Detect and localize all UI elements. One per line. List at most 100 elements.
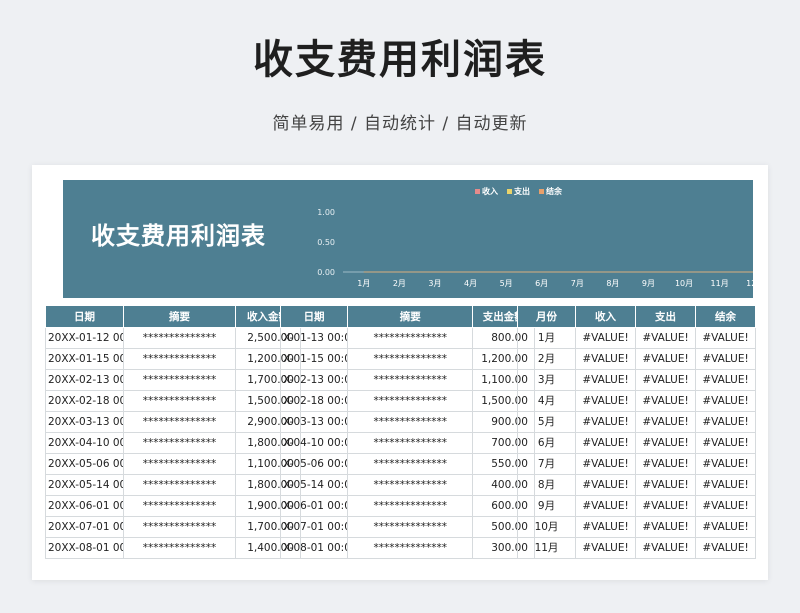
table-cell[interactable]: ************** — [347, 432, 474, 454]
table-cell[interactable]: #VALUE! — [575, 390, 636, 412]
table-cell[interactable]: X-02-18 00:0 — [279, 390, 349, 412]
table-cell[interactable]: ************** — [347, 453, 474, 475]
table-cell[interactable]: #VALUE! — [635, 369, 696, 391]
table-cell[interactable]: 11月 — [517, 537, 576, 559]
table-cell[interactable]: ************** — [347, 537, 474, 559]
table-cell[interactable]: #VALUE! — [635, 348, 696, 370]
table-cell[interactable]: #VALUE! — [695, 516, 756, 538]
table-cell[interactable]: 9月 — [517, 495, 576, 517]
table-cell[interactable]: X-03-13 00:0 — [279, 411, 349, 433]
table-row: 20XX-02-18 00:0**************1,500.00 — [45, 390, 301, 412]
table-cell[interactable]: #VALUE! — [635, 432, 696, 454]
table-cell[interactable]: #VALUE! — [575, 474, 636, 496]
table-cell[interactable]: #VALUE! — [695, 390, 756, 412]
table-cell[interactable]: ************** — [347, 348, 474, 370]
table-cell[interactable]: ************** — [347, 474, 474, 496]
table-cell[interactable]: 2月 — [517, 348, 576, 370]
table-cell[interactable]: #VALUE! — [695, 369, 756, 391]
table-cell[interactable]: 20XX-05-06 00:0 — [45, 453, 124, 475]
table-cell[interactable]: X-07-01 00:0 — [279, 516, 349, 538]
table-cell[interactable]: #VALUE! — [635, 516, 696, 538]
table-cell[interactable]: #VALUE! — [695, 453, 756, 475]
table-cell[interactable]: 1月 — [517, 327, 576, 349]
table-cell[interactable]: ************** — [123, 369, 236, 391]
table-cell[interactable]: ************** — [123, 495, 236, 517]
table-cell[interactable]: X-05-14 00:0 — [279, 474, 349, 496]
table-cell[interactable]: 20XX-07-01 00:0 — [45, 516, 124, 538]
table-cell[interactable]: X-05-06 00:0 — [279, 453, 349, 475]
tbl-income-header-0: 日期 — [45, 305, 124, 328]
table-cell[interactable]: #VALUE! — [575, 432, 636, 454]
table-cell[interactable]: #VALUE! — [695, 327, 756, 349]
table-cell[interactable]: ************** — [347, 516, 474, 538]
legend-label-2: 结余 — [546, 186, 563, 196]
table-cell[interactable]: #VALUE! — [575, 411, 636, 433]
table-cell[interactable]: 20XX-04-10 00:0 — [45, 432, 124, 454]
table-cell[interactable]: #VALUE! — [695, 495, 756, 517]
x-tick-label: 10月 — [675, 279, 693, 288]
table-cell[interactable]: #VALUE! — [635, 495, 696, 517]
table-cell[interactable]: 20XX-02-18 00:0 — [45, 390, 124, 412]
table-cell[interactable]: 7月 — [517, 453, 576, 475]
table-row: X-03-13 00:0 ************** 900.00 — [279, 411, 535, 433]
table-cell[interactable]: 20XX-03-13 00:0 — [45, 411, 124, 433]
table-cell[interactable]: X-02-13 00:0 — [279, 369, 349, 391]
table-row: X-08-01 00:0 ************** 300.00 — [279, 537, 535, 559]
table-cell[interactable]: ************** — [347, 369, 474, 391]
table-cell[interactable]: ************** — [347, 327, 474, 349]
table-cell[interactable]: #VALUE! — [695, 432, 756, 454]
table-cell[interactable]: #VALUE! — [695, 411, 756, 433]
table-cell[interactable]: ************** — [123, 390, 236, 412]
table-cell[interactable]: X-08-01 00:0 — [279, 537, 349, 559]
table-cell[interactable]: 4月 — [517, 390, 576, 412]
table-row: 20XX-08-01 00:0**************1,400.00 — [45, 537, 301, 559]
table-cell[interactable]: 5月 — [517, 411, 576, 433]
table-cell[interactable]: ************** — [123, 453, 236, 475]
table-cell[interactable]: #VALUE! — [575, 327, 636, 349]
table-cell[interactable]: ************** — [123, 474, 236, 496]
table-cell[interactable]: ************** — [347, 411, 474, 433]
table-cell[interactable]: 20XX-01-12 00:0 — [45, 327, 124, 349]
table-cell[interactable]: #VALUE! — [575, 537, 636, 559]
table-cell[interactable]: ************** — [123, 516, 236, 538]
table-cell[interactable]: ************** — [347, 495, 474, 517]
table-cell[interactable]: X-06-01 00:0 — [279, 495, 349, 517]
table-cell[interactable]: 20XX-01-15 00:0 — [45, 348, 124, 370]
table-cell[interactable]: 20XX-05-14 00:0 — [45, 474, 124, 496]
table-cell[interactable]: ************** — [347, 390, 474, 412]
table-cell[interactable]: #VALUE! — [635, 411, 696, 433]
table-cell[interactable]: X-01-15 00:0 — [279, 348, 349, 370]
table-cell[interactable]: X-01-13 00:0 — [279, 327, 349, 349]
table-cell[interactable]: #VALUE! — [575, 495, 636, 517]
table-cell[interactable]: 20XX-02-13 00:0 — [45, 369, 124, 391]
table-cell[interactable]: #VALUE! — [635, 327, 696, 349]
table-cell[interactable]: #VALUE! — [575, 453, 636, 475]
table-cell[interactable]: 20XX-06-01 00:0 — [45, 495, 124, 517]
table-cell[interactable]: 20XX-08-01 00:0 — [45, 537, 124, 559]
table-cell[interactable]: ************** — [123, 432, 236, 454]
table-cell[interactable]: #VALUE! — [695, 537, 756, 559]
table-cell[interactable]: 6月 — [517, 432, 576, 454]
table-cell[interactable]: #VALUE! — [635, 453, 696, 475]
table-cell[interactable]: ************** — [123, 327, 236, 349]
table-cell[interactable]: 8月 — [517, 474, 576, 496]
table-cell[interactable]: ************** — [123, 537, 236, 559]
table-cell[interactable]: ************** — [123, 411, 236, 433]
table-cell[interactable]: #VALUE! — [575, 369, 636, 391]
table-cell[interactable]: #VALUE! — [635, 390, 696, 412]
table-cell[interactable]: 3月 — [517, 369, 576, 391]
table-cell[interactable]: #VALUE! — [695, 348, 756, 370]
table-cell[interactable]: ************** — [123, 348, 236, 370]
table-cell[interactable]: 10月 — [517, 516, 576, 538]
table-cell[interactable]: #VALUE! — [635, 537, 696, 559]
legend-label-0: 收入 — [482, 186, 498, 196]
table-cell[interactable]: #VALUE! — [695, 474, 756, 496]
table-cell[interactable]: #VALUE! — [575, 348, 636, 370]
table-cell[interactable]: #VALUE! — [635, 474, 696, 496]
x-tick-label: 5月 — [500, 279, 513, 288]
tbl-summary-header-0: 月份 — [517, 305, 576, 328]
table-cell[interactable]: #VALUE! — [575, 516, 636, 538]
table-row: X-06-01 00:0 ************** 600.00 — [279, 495, 535, 517]
table-cell[interactable]: X-04-10 00:0 — [279, 432, 349, 454]
table-row: 20XX-06-01 00:0**************1,900.00 — [45, 495, 301, 517]
